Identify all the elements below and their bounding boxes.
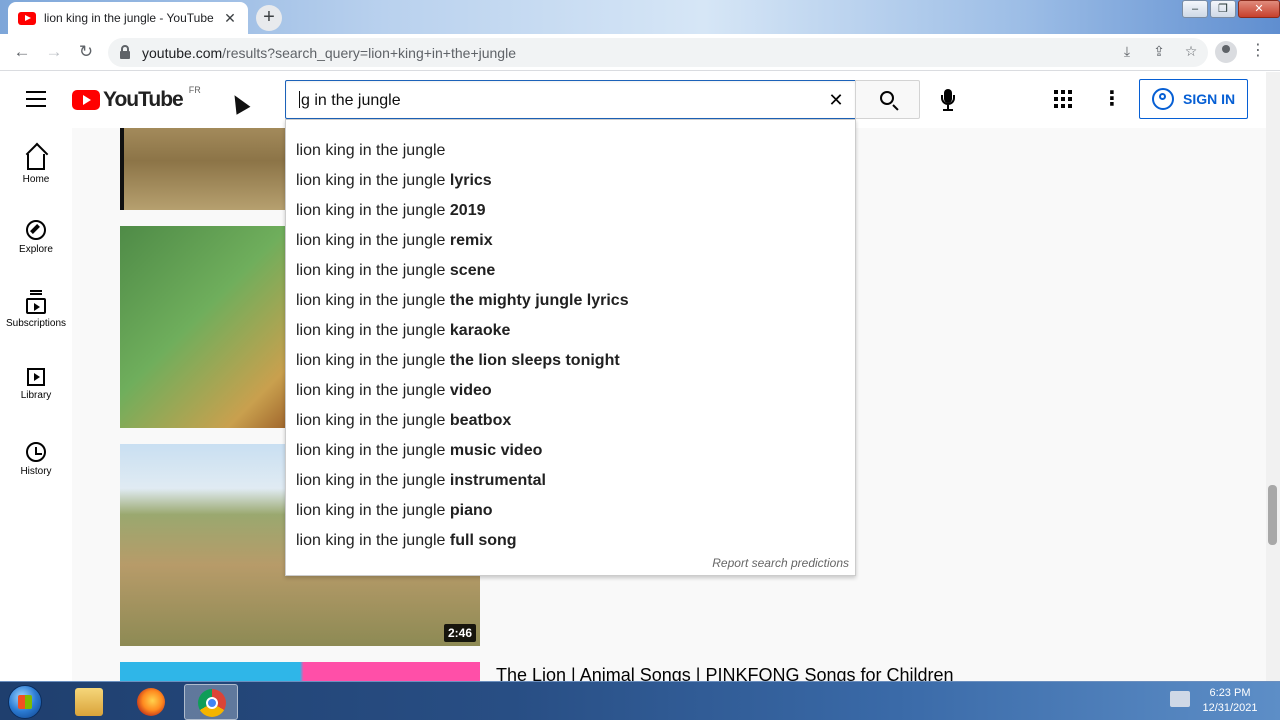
youtube-logo[interactable]: YouTube FR: [72, 85, 201, 112]
suggestion-item[interactable]: lion king in the jungle piano: [296, 502, 493, 520]
maximize-button[interactable]: ❐: [1210, 0, 1236, 18]
bookmark-star-icon[interactable]: ☆: [1182, 43, 1200, 60]
suggestion-item[interactable]: lion king in the jungle: [296, 142, 445, 160]
taskbar-file-explorer[interactable]: [62, 684, 116, 720]
video-duration-badge: 2:46: [443, 624, 476, 642]
guide-item-label: History: [20, 466, 52, 477]
report-search-predictions-link[interactable]: Report search predictions: [712, 556, 849, 570]
address-bar[interactable]: youtube.com/results?search_query=lion+ki…: [108, 38, 1208, 67]
tab-title: lion king in the jungle - YouTube: [44, 11, 214, 25]
firefox-icon: [137, 688, 165, 716]
reload-button[interactable]: ↻: [74, 40, 98, 64]
search-icon: [880, 91, 894, 105]
youtube-play-icon: [72, 90, 100, 110]
clear-search-icon[interactable]: ✕: [825, 89, 847, 111]
close-window-button[interactable]: ✕: [1238, 0, 1280, 18]
suggestion-item[interactable]: lion king in the jungle beatbox: [296, 412, 511, 430]
lock-icon[interactable]: [120, 44, 130, 59]
search-button[interactable]: [855, 80, 920, 119]
new-tab-button[interactable]: +: [256, 5, 282, 31]
suggestion-item[interactable]: lion king in the jungle remix: [296, 232, 493, 250]
compass-icon: [26, 220, 46, 240]
omnibox-actions: ⤓ ⇪ ☆: [1118, 43, 1200, 60]
library-icon: [27, 368, 45, 386]
home-icon: [27, 154, 45, 170]
guide-item-history[interactable]: History: [0, 424, 72, 498]
sign-in-button[interactable]: SIGN IN: [1139, 79, 1248, 119]
tab-close-icon[interactable]: ✕: [222, 10, 238, 27]
subscriptions-icon: [26, 293, 46, 314]
guide-item-label: Subscriptions: [5, 318, 67, 329]
windows-taskbar: 6:23 PM 12/31/2021: [0, 681, 1280, 720]
settings-more-icon[interactable]: ⋮: [1102, 86, 1122, 111]
history-icon: [26, 442, 46, 462]
browser-toolbar: ← → ↻ youtube.com/results?search_query=l…: [0, 34, 1280, 71]
suggestion-item[interactable]: lion king in the jungle karaoke: [296, 322, 510, 340]
chrome-icon: [198, 689, 226, 717]
windows-start-button[interactable]: [8, 685, 42, 719]
youtube-favicon-icon: [18, 11, 36, 25]
forward-button[interactable]: →: [42, 40, 66, 64]
suggestion-item[interactable]: lion king in the jungle instrumental: [296, 472, 546, 490]
account-circle-icon: [1152, 88, 1174, 110]
suggestion-item[interactable]: lion king in the jungle 2019: [296, 202, 485, 220]
guide-item-subscriptions[interactable]: Subscriptions: [0, 276, 72, 350]
search-suggestions-dropdown: lion king in the jungle lion king in the…: [285, 119, 856, 576]
guide-item-label: Explore: [19, 244, 53, 255]
apps-grid-icon[interactable]: [1054, 90, 1072, 108]
minimize-button[interactable]: –: [1182, 0, 1208, 18]
network-tray-icon[interactable]: [1170, 691, 1190, 707]
url-text[interactable]: youtube.com/results?search_query=lion+ki…: [142, 45, 516, 61]
suggestion-item[interactable]: lion king in the jungle the lion sleeps …: [296, 352, 620, 370]
country-code: FR: [188, 85, 201, 95]
guide-item-label: Library: [20, 390, 52, 401]
folder-icon: [75, 688, 103, 716]
menu-hamburger-icon[interactable]: [26, 91, 46, 107]
share-icon[interactable]: ⇪: [1150, 43, 1168, 60]
sign-in-label: SIGN IN: [1183, 91, 1236, 107]
guide-item-label: Home: [22, 174, 50, 185]
video-thumbnail[interactable]: [120, 662, 480, 681]
browser-tab-strip: lion king in the jungle - YouTube ✕ + – …: [0, 0, 1280, 34]
chrome-profile-icon[interactable]: [1215, 41, 1237, 63]
search-query-text[interactable]: g in the jungle: [301, 92, 401, 109]
back-button[interactable]: ←: [10, 40, 34, 64]
taskbar-clock[interactable]: 6:23 PM 12/31/2021: [1195, 686, 1265, 716]
youtube-wordmark: YouTube: [103, 88, 184, 111]
guide-item-explore[interactable]: Explore: [0, 202, 72, 276]
guide-item-library[interactable]: Library: [0, 350, 72, 424]
browser-tab[interactable]: lion king in the jungle - YouTube ✕: [8, 2, 248, 34]
suggestion-item[interactable]: lion king in the jungle the mighty jungl…: [296, 292, 629, 310]
scrollbar-thumb[interactable]: [1268, 485, 1277, 545]
clock-date: 12/31/2021: [1202, 702, 1258, 714]
suggestion-item[interactable]: lion king in the jungle video: [296, 382, 492, 400]
suggestion-item[interactable]: lion king in the jungle lyrics: [296, 172, 492, 190]
voice-search-mic-icon[interactable]: [934, 85, 962, 113]
guide-item-home[interactable]: Home: [0, 128, 72, 202]
suggestion-item[interactable]: lion king in the jungle scene: [296, 262, 495, 280]
clock-time: 6:23 PM: [1209, 687, 1251, 699]
install-icon[interactable]: ⤓: [1118, 43, 1136, 60]
page-scrollbar[interactable]: [1266, 72, 1280, 681]
chrome-menu-icon[interactable]: ⋮: [1250, 40, 1266, 60]
suggestion-item[interactable]: lion king in the jungle music video: [296, 442, 542, 460]
suggestion-item[interactable]: lion king in the jungle full song: [296, 532, 517, 550]
text-caret: [299, 91, 300, 108]
window-controls: – ❐ ✕: [1180, 0, 1280, 20]
guide-sidebar: Home Explore Subscriptions Library Histo…: [0, 128, 72, 681]
taskbar-firefox[interactable]: [124, 684, 178, 720]
search-input[interactable]: g in the jungle ✕: [285, 80, 856, 119]
taskbar-chrome[interactable]: [184, 684, 238, 720]
